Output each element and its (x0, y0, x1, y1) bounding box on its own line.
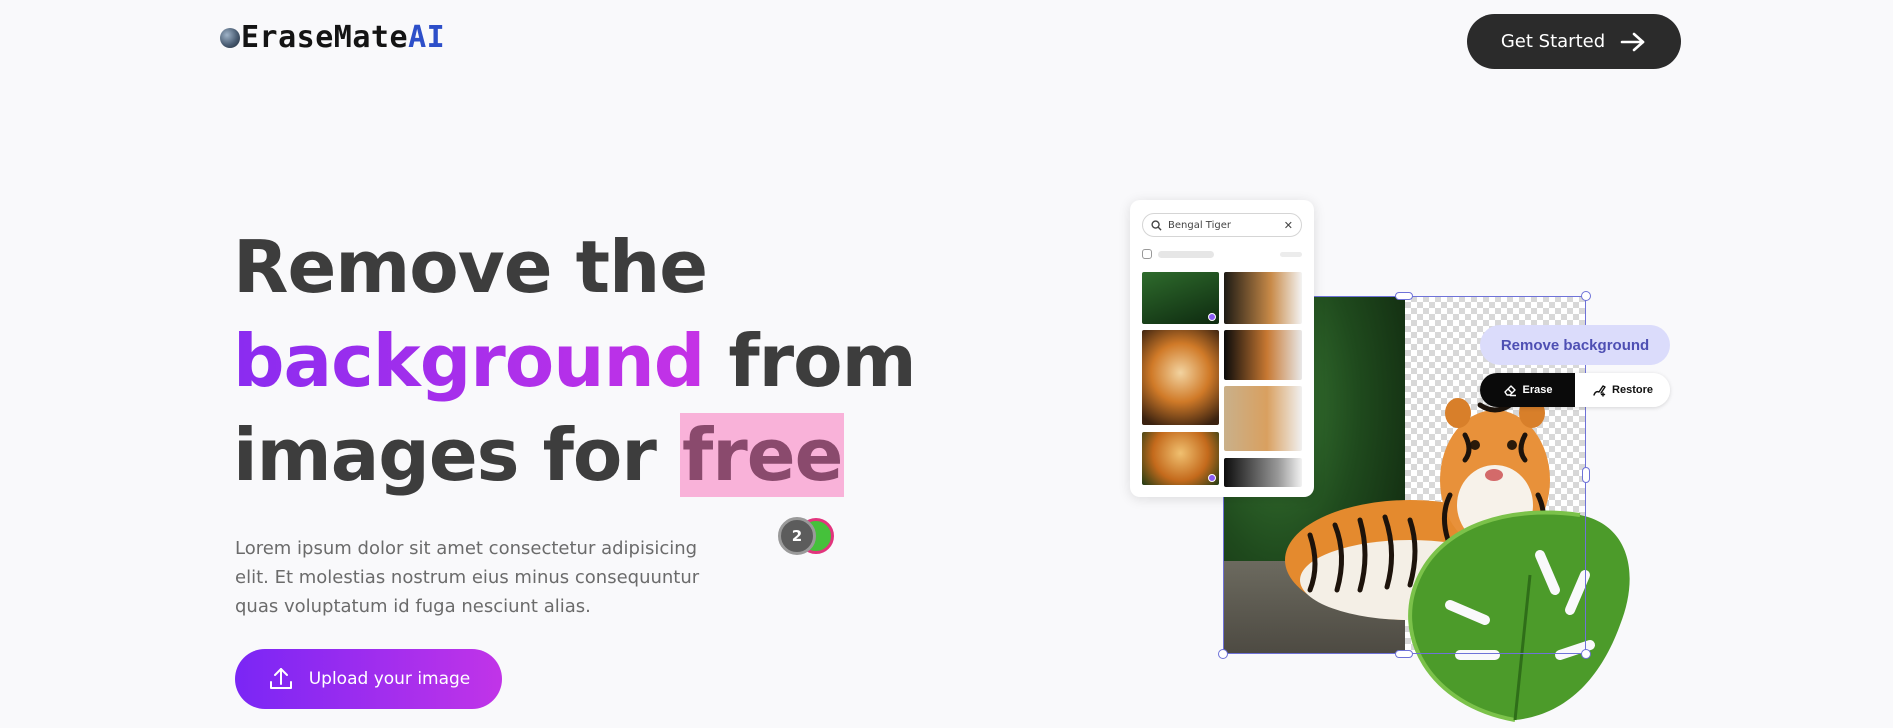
resize-handle-right[interactable] (1582, 467, 1590, 483)
headline-line-2-rest: from (704, 319, 916, 403)
restore-button[interactable]: Restore (1575, 373, 1670, 407)
erase-restore-toggle: Erase Restore (1480, 373, 1670, 407)
thumbnail-tiger-5[interactable] (1224, 386, 1302, 451)
headline-line-3-start: images for (233, 413, 680, 497)
upload-label: Upload your image (308, 669, 471, 689)
erase-label: Erase (1522, 384, 1553, 396)
globe-icon (220, 27, 240, 48)
headline-line-2: background from (233, 314, 917, 408)
headline-line-1: Remove the (233, 225, 708, 309)
resize-handle-top-right[interactable] (1581, 291, 1591, 301)
get-started-button[interactable]: Get Started (1467, 14, 1681, 69)
logo-suffix: AI (408, 20, 446, 55)
logo-name: EraseMate (241, 20, 409, 55)
thumbnail-tiger-2[interactable] (1224, 272, 1302, 324)
step-badge: 2 (778, 517, 836, 557)
resize-handle-top[interactable] (1395, 292, 1413, 300)
get-started-label: Get Started (1500, 31, 1606, 52)
selected-indicator (1208, 313, 1216, 321)
image-search-panel: Bengal Tiger ✕ (1130, 200, 1314, 497)
headline-line-3: images for free (233, 408, 916, 502)
step-badge-number: 2 (778, 517, 816, 555)
headline-highlight-free: free (679, 413, 845, 497)
upload-image-button[interactable]: Upload your image (235, 649, 502, 709)
hero-illustration: Bengal Tiger ✕ Remove background Erase R… (1120, 195, 1670, 725)
hero-headline: Remove the background from images for fr… (233, 220, 917, 502)
search-input[interactable]: Bengal Tiger ✕ (1142, 213, 1302, 237)
thumbnail-tiger-1[interactable] (1142, 272, 1219, 324)
arrow-right-icon (1620, 32, 1645, 51)
thumbnail-tiger-3[interactable] (1142, 330, 1219, 425)
restore-label: Restore (1612, 384, 1653, 396)
hero-description: Lorem ipsum dolor sit amet consectetur a… (235, 538, 700, 617)
filter-row (1142, 248, 1302, 260)
selected-indicator (1208, 474, 1216, 482)
upload-icon (269, 668, 292, 689)
thumbnail-tiger-6[interactable] (1142, 432, 1219, 485)
logo[interactable]: EraseMate AI (220, 20, 445, 55)
headline-highlight-background: background (233, 319, 705, 403)
restore-brush-icon (1593, 385, 1606, 397)
search-icon (1151, 219, 1162, 231)
filter-icon (1142, 249, 1152, 259)
resize-handle-bottom-right[interactable] (1581, 649, 1591, 659)
resize-handle-bottom-left[interactable] (1218, 649, 1228, 659)
placeholder-bar-small (1280, 251, 1302, 257)
thumbnail-tiger-7[interactable] (1224, 458, 1302, 487)
eraser-icon (1503, 385, 1516, 397)
placeholder-bar (1158, 250, 1214, 258)
erase-button[interactable]: Erase (1480, 373, 1575, 407)
remove-background-button[interactable]: Remove background (1480, 325, 1670, 365)
thumbnail-tiger-4[interactable] (1224, 330, 1302, 380)
close-icon[interactable]: ✕ (1284, 219, 1293, 232)
search-query: Bengal Tiger (1168, 219, 1231, 231)
resize-handle-bottom[interactable] (1395, 650, 1413, 658)
